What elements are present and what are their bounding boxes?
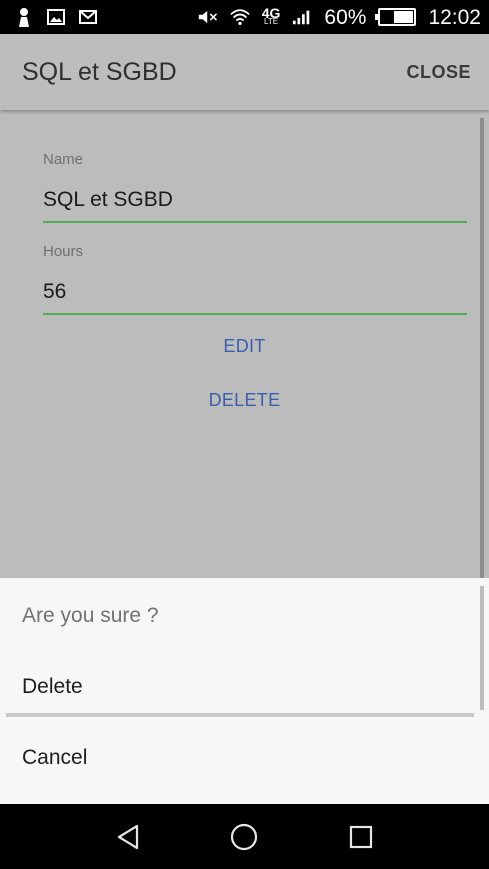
close-button[interactable]: CLOSE [406,62,471,83]
mail-icon [78,7,98,27]
battery-icon [375,8,417,26]
page-title: SQL et SGBD [22,57,177,86]
sheet-delete-option[interactable]: Delete [22,675,83,699]
confirm-sheet: Are you sure ? Delete Cancel [0,578,489,804]
wifi-icon [230,7,250,27]
home-icon[interactable] [229,822,259,852]
hours-field-underline [43,313,467,315]
name-label: Name [43,151,84,168]
name-field[interactable]: SQL et SGBD [43,188,173,212]
network-type: 4G LTE [262,6,281,27]
status-bar: 4G LTE 60% 12:02 [0,0,489,34]
back-icon[interactable] [113,822,143,852]
clock: 12:02 [428,5,481,29]
person-icon [14,7,34,27]
edit-button[interactable]: EDIT [0,336,489,357]
sheet-scrollbar[interactable] [480,586,484,710]
form-content: Name SQL et SGBD Hours 56 EDIT DELETE [0,110,489,578]
screen: 4G LTE 60% 12:02 SQL et SGBD CLOSE Name … [0,0,489,869]
name-field-underline [43,221,467,223]
battery-percent: 60% [324,5,367,29]
content-scrollbar[interactable] [480,118,484,578]
hours-field[interactable]: 56 [43,280,66,304]
sheet-cancel-option[interactable]: Cancel [22,746,87,770]
sheet-divider [6,713,474,717]
status-left [14,7,98,27]
recents-icon[interactable] [346,822,376,852]
status-right: 4G LTE 60% 12:02 [198,5,481,29]
battery-fill [394,11,414,23]
network-sub-label: LTE [264,17,279,27]
mute-icon [198,7,218,27]
signal-icon [292,7,312,27]
delete-button[interactable]: DELETE [0,390,489,411]
image-icon [46,7,66,27]
sheet-title: Are you sure ? [22,604,159,627]
app-bar: SQL et SGBD CLOSE [0,34,489,110]
nav-bar [0,804,489,869]
hours-label: Hours [43,243,84,260]
